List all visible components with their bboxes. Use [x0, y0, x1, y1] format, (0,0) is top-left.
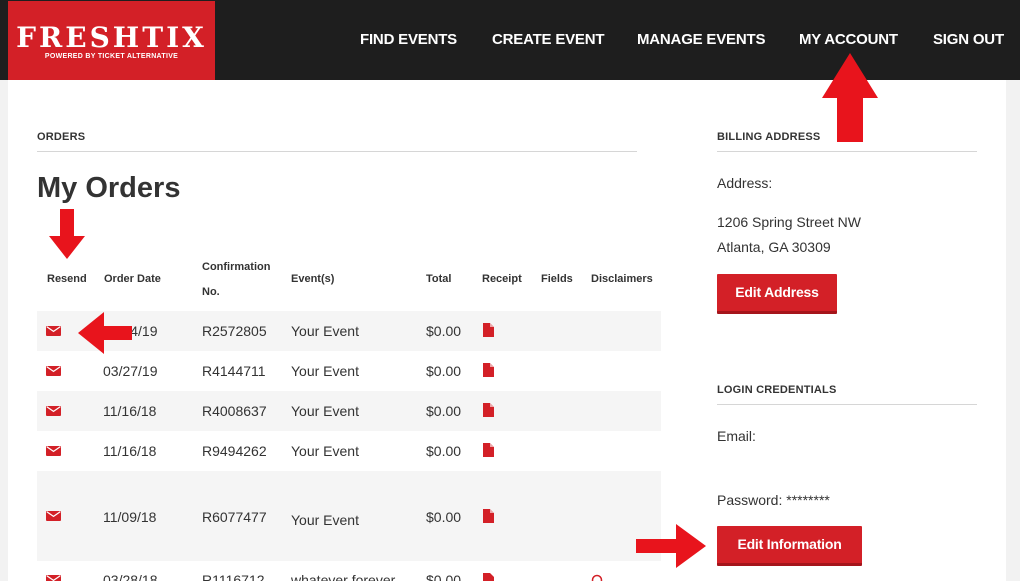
receipt-file-icon[interactable]	[483, 323, 494, 337]
envelope-icon[interactable]	[46, 326, 61, 336]
envelope-icon[interactable]	[46, 511, 61, 521]
edit-information-button[interactable]: Edit Information	[717, 526, 862, 566]
col-header-order-date: Order Date	[104, 273, 161, 285]
envelope-icon[interactable]	[46, 575, 61, 581]
nav-my-account[interactable]: MY ACCOUNT	[799, 31, 898, 48]
billing-divider	[717, 151, 977, 152]
billing-section-label: BILLING ADDRESS	[717, 131, 821, 143]
order-date: 11/16/18	[103, 403, 157, 419]
annotation-arrow-down-icon	[49, 209, 85, 259]
receipt-file-icon[interactable]	[483, 363, 494, 377]
order-date: 11/16/18	[103, 443, 157, 459]
confirmation-number: R1116712	[202, 572, 265, 581]
receipt-file-icon[interactable]	[483, 509, 494, 523]
order-total: $0.00	[426, 443, 462, 459]
col-header-total: Total	[426, 273, 452, 285]
confirmation-number: R6077477	[202, 509, 267, 525]
logo-subtext: POWERED BY TICKET ALTERNATIVE	[44, 53, 179, 60]
envelope-icon[interactable]	[46, 446, 61, 456]
event-name: Your Event	[291, 403, 359, 419]
confirmation-number: R4144711	[202, 363, 266, 379]
event-name: Your Event	[291, 512, 359, 528]
address-line-2: Atlanta, GA 30309	[717, 239, 831, 255]
receipt-file-icon[interactable]	[483, 443, 494, 457]
col-header-resend: Resend	[47, 273, 87, 285]
order-date: 03/27/19	[103, 363, 158, 379]
annotation-arrow-right-icon	[636, 524, 706, 568]
login-section-label: LOGIN CREDENTIALS	[717, 384, 837, 396]
order-date: 11/09/18	[103, 509, 157, 525]
col-header-fields: Fields	[541, 273, 573, 285]
address-label: Address:	[717, 175, 773, 191]
envelope-icon[interactable]	[46, 406, 61, 416]
event-name: Your Event	[291, 443, 359, 459]
password-label: Password: ********	[717, 492, 830, 508]
edit-address-button[interactable]: Edit Address	[717, 274, 837, 314]
email-label: Email:	[717, 428, 756, 444]
nav-create-event[interactable]: CREATE EVENT	[492, 31, 605, 48]
nav-sign-out[interactable]: SIGN OUT	[933, 31, 1004, 48]
confirmation-number: R9494262	[202, 443, 267, 459]
order-total: $0.00	[426, 323, 462, 339]
confirmation-number: R4008637	[202, 403, 267, 419]
annotation-arrow-up-icon	[822, 53, 878, 142]
event-name: whatever forever	[291, 572, 396, 581]
order-date: 03/28/18	[103, 572, 158, 581]
orders-section-label: ORDERS	[37, 131, 86, 143]
event-name: Your Event	[291, 363, 359, 379]
login-divider	[717, 404, 977, 405]
page-title: My Orders	[37, 172, 181, 204]
receipt-file-icon[interactable]	[483, 403, 494, 417]
order-total: $0.00	[426, 509, 462, 525]
orders-divider	[37, 151, 637, 152]
col-header-confirmation: Confirmation	[202, 261, 271, 273]
event-name: Your Event	[291, 323, 359, 339]
freshtix-logo[interactable]: FRESHTIX POWERED BY TICKET ALTERNATIVE	[8, 1, 215, 80]
receipt-file-icon[interactable]	[483, 573, 494, 581]
disclaimer-circle-icon[interactable]	[591, 574, 603, 581]
col-header-receipt: Receipt	[482, 273, 522, 285]
col-header-disclaimers: Disclaimers	[591, 273, 653, 285]
col-header-events: Event(s)	[291, 273, 335, 285]
envelope-icon[interactable]	[46, 366, 61, 376]
logo-text: FRESHTIX	[16, 21, 207, 54]
order-total: $0.00	[426, 403, 462, 419]
annotation-arrow-left-icon	[78, 312, 132, 354]
order-total: $0.00	[426, 572, 462, 581]
col-header-confirmation-no: No.	[202, 286, 220, 298]
address-line-1: 1206 Spring Street NW	[717, 214, 861, 230]
confirmation-number: R2572805	[202, 323, 267, 339]
nav-find-events[interactable]: FIND EVENTS	[360, 31, 457, 48]
nav-manage-events[interactable]: MANAGE EVENTS	[637, 31, 765, 48]
order-total: $0.00	[426, 363, 462, 379]
